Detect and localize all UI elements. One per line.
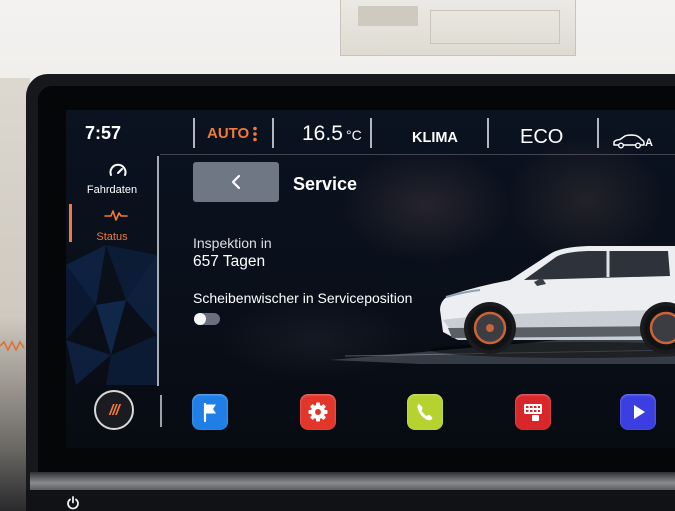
wiper-service-toggle[interactable] xyxy=(194,313,220,325)
car-icon[interactable] xyxy=(612,133,646,149)
status-divider xyxy=(272,118,274,148)
status-divider xyxy=(597,118,599,148)
status-bar-separator xyxy=(160,154,675,155)
gauge-icon[interactable] xyxy=(108,163,128,177)
home-logo-button[interactable]: /// xyxy=(94,390,134,430)
dock-divider xyxy=(160,395,162,427)
phone-app-button[interactable] xyxy=(407,394,443,430)
temperature-unit: °C xyxy=(346,127,362,143)
bezel-bottom xyxy=(26,490,675,511)
play-app-button[interactable] xyxy=(620,394,656,430)
sidebar-active-indicator xyxy=(69,204,72,242)
climate-auto-button[interactable]: AUTO xyxy=(207,126,249,141)
wall-picture-detail xyxy=(430,10,560,44)
status-divider xyxy=(193,118,195,148)
bezel-edge xyxy=(30,472,675,490)
settings-app-button[interactable] xyxy=(300,394,336,430)
media-keypad-icon xyxy=(524,404,542,421)
settings-gear-icon xyxy=(308,402,328,422)
sidebar-item-status[interactable]: Status xyxy=(84,232,140,243)
navigation-flag-icon xyxy=(203,402,216,423)
inspection-label: Inspektion in xyxy=(193,235,272,251)
stitching-decoration xyxy=(0,340,25,352)
inspection-value: 657 Tagen xyxy=(193,253,266,270)
page-title: Service xyxy=(293,174,358,194)
sidebar-divider xyxy=(157,156,159,386)
media-app-button[interactable] xyxy=(515,394,551,430)
play-icon xyxy=(634,405,645,419)
sidebar-background-pattern xyxy=(66,245,157,385)
vehicle-image xyxy=(440,246,675,354)
status-divider xyxy=(370,118,372,148)
pulse-icon[interactable] xyxy=(104,208,128,222)
car-icon-label: A xyxy=(645,137,653,149)
navigation-app-button[interactable] xyxy=(192,394,228,430)
vertical-dots-icon[interactable] xyxy=(252,126,258,142)
clock-time: 7:57 xyxy=(85,123,122,143)
phone-icon xyxy=(417,404,433,421)
power-icon[interactable] xyxy=(66,496,80,510)
chevron-left-icon xyxy=(231,174,241,190)
wiper-service-label: Scheibenwischer in Serviceposition xyxy=(193,290,413,306)
eco-button[interactable]: ECO xyxy=(520,127,563,147)
toggle-knob xyxy=(194,313,206,325)
sidebar-item-fahrdaten[interactable]: Fahrdaten xyxy=(84,185,140,196)
status-divider xyxy=(487,118,489,148)
wall-picture-detail xyxy=(358,6,418,26)
temperature-value[interactable]: 16.5 xyxy=(302,123,343,144)
klima-button[interactable]: KLIMA xyxy=(412,131,458,146)
back-button[interactable] xyxy=(193,162,279,202)
